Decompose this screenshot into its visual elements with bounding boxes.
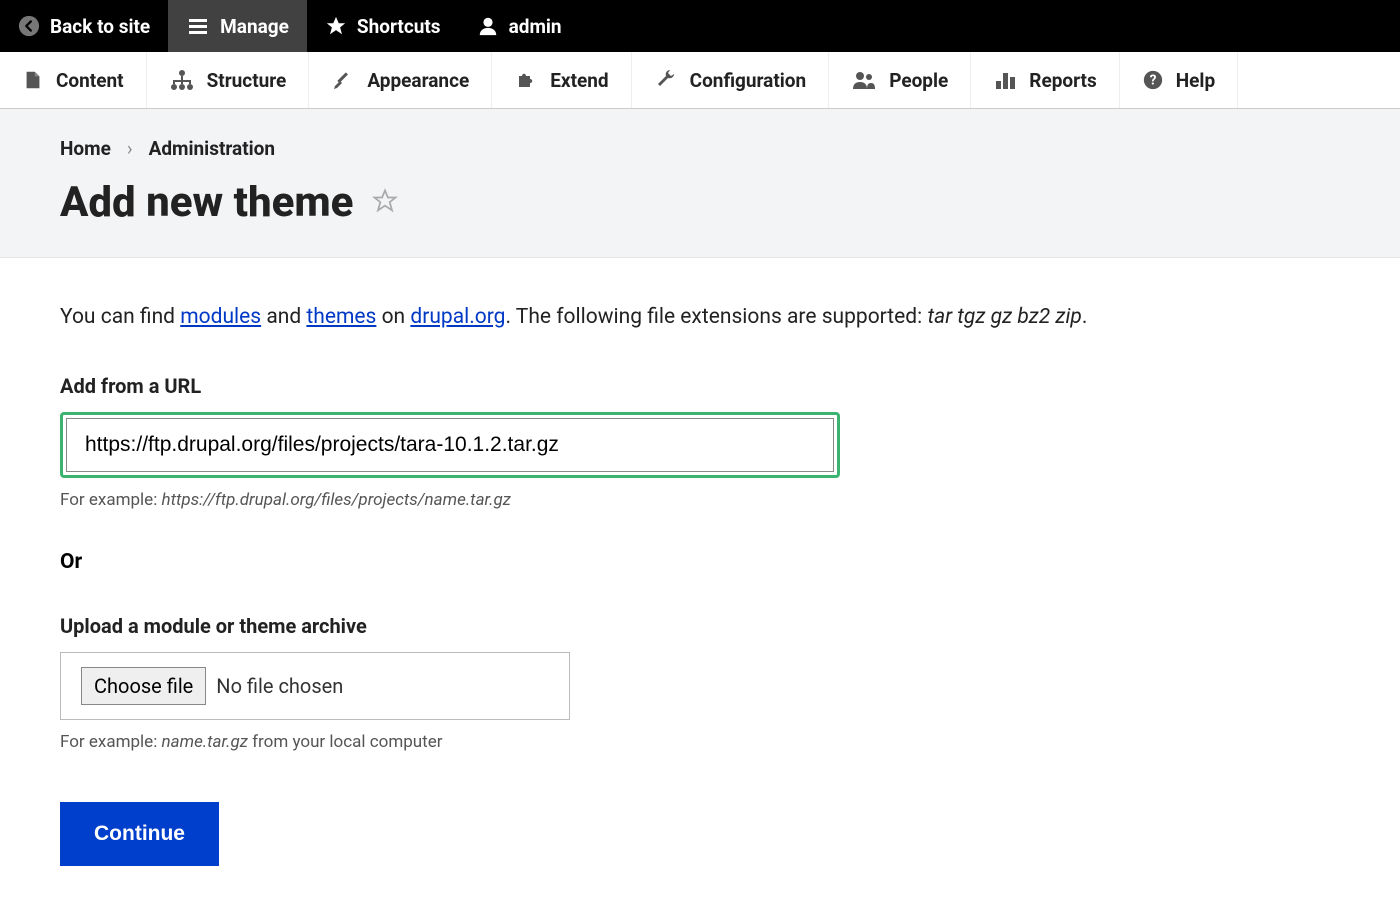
tab-reports-label: Reports [1029, 69, 1096, 92]
page-header: Home › Administration Add new theme [0, 109, 1400, 258]
shortcuts-button[interactable]: Shortcuts [307, 0, 459, 52]
user-icon [477, 15, 499, 37]
continue-button[interactable]: Continue [60, 802, 219, 866]
tab-appearance[interactable]: Appearance [309, 52, 492, 108]
breadcrumb: Home › Administration [60, 137, 1340, 160]
url-section: Add from a URL For example: https://ftp.… [60, 374, 1340, 510]
tab-content[interactable]: Content [0, 52, 147, 108]
file-input-row: Choose file No file chosen [60, 652, 570, 720]
tab-appearance-label: Appearance [367, 69, 469, 92]
admin-tabs: Content Structure Appearance Extend Conf… [0, 52, 1400, 109]
upload-label: Upload a module or theme archive [60, 614, 1340, 638]
paintbrush-icon [331, 68, 355, 92]
top-bar: Back to site Manage Shortcuts admin [0, 0, 1400, 52]
back-to-site-button[interactable]: Back to site [0, 0, 168, 52]
tab-people[interactable]: People [829, 52, 971, 108]
tab-content-label: Content [56, 69, 124, 92]
tab-configuration[interactable]: Configuration [632, 52, 830, 108]
back-icon [18, 15, 40, 37]
tab-extend[interactable]: Extend [492, 52, 631, 108]
tab-help[interactable]: ? Help [1120, 52, 1238, 108]
people-icon [851, 69, 877, 91]
tab-help-label: Help [1176, 69, 1215, 92]
url-help-text: For example: https://ftp.drupal.org/file… [60, 490, 1340, 510]
tab-reports[interactable]: Reports [971, 52, 1119, 108]
admin-label: admin [509, 15, 562, 38]
main-content: You can find modules and themes on drupa… [0, 258, 1400, 910]
upload-section: Upload a module or theme archive Choose … [60, 614, 1340, 752]
wrench-icon [654, 68, 678, 92]
breadcrumb-admin[interactable]: Administration [149, 137, 275, 160]
url-input[interactable] [66, 418, 834, 472]
tab-structure-label: Structure [207, 69, 287, 92]
breadcrumb-home[interactable]: Home [60, 137, 111, 160]
puzzle-icon [514, 68, 538, 92]
tab-extend-label: Extend [550, 69, 608, 92]
intro-text: You can find modules and themes on drupa… [60, 302, 1340, 334]
themes-link[interactable]: themes [306, 305, 376, 329]
no-file-label: No file chosen [216, 674, 343, 698]
favorite-star-icon[interactable] [371, 187, 399, 219]
supported-extensions: tar tgz gz bz2 zip [927, 305, 1081, 329]
help-icon: ? [1142, 69, 1164, 91]
star-icon [325, 15, 347, 37]
modules-link[interactable]: modules [180, 305, 261, 329]
upload-help-text: For example: name.tar.gz from your local… [60, 732, 1340, 752]
url-input-focus-ring [60, 412, 840, 478]
hierarchy-icon [169, 69, 195, 91]
drupal-org-link[interactable]: drupal.org [410, 305, 505, 329]
tab-structure[interactable]: Structure [147, 52, 310, 108]
document-icon [22, 69, 44, 91]
back-label: Back to site [50, 15, 150, 38]
hamburger-icon [186, 14, 210, 38]
choose-file-button[interactable]: Choose file [81, 667, 206, 705]
manage-button[interactable]: Manage [168, 0, 307, 52]
tab-configuration-label: Configuration [690, 69, 807, 92]
bar-chart-icon [993, 69, 1017, 91]
svg-text:?: ? [1149, 73, 1156, 89]
manage-label: Manage [220, 15, 289, 38]
shortcuts-label: Shortcuts [357, 15, 441, 38]
breadcrumb-separator: › [127, 137, 133, 160]
tab-people-label: People [889, 69, 948, 92]
page-title: Add new theme [60, 178, 353, 227]
admin-user-button[interactable]: admin [459, 0, 580, 52]
url-label: Add from a URL [60, 374, 1340, 398]
or-separator: Or [60, 550, 1340, 574]
